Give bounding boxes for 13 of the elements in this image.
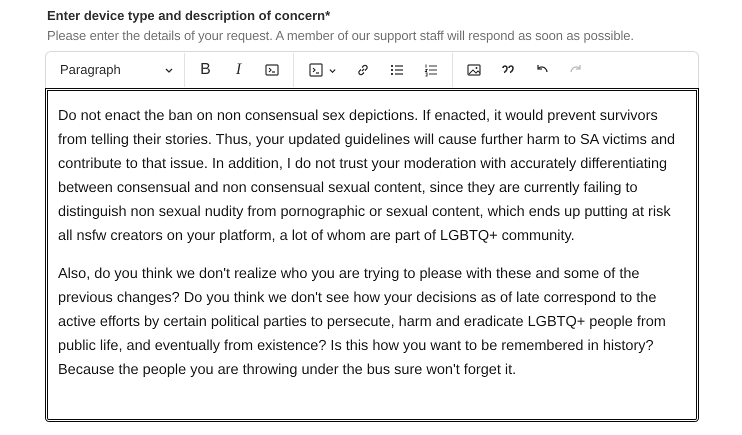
paragraph: Also, do you think we don't realize who you are trying to please with these and some of the previous changes? Do you think we don't see how your decisions as of late correspond to the active efforts by certain political parties to persecute, harm and eradicate LGBTQ+ people from public life, and eventually from existence? Is this how you want to be remembered in history? Because the people you are throwing under the bus sure won't forget it. — [58, 265, 667, 380]
image-icon — [466, 62, 482, 78]
bullet-list-icon — [389, 62, 405, 78]
italic-button[interactable]: I — [222, 55, 255, 85]
help-text: Please enter the details of your request. A member of our support staff will respond as soon as possible. — [47, 27, 635, 45]
bold-button[interactable]: B — [189, 55, 222, 85]
field-label: Enter device type and description of concern* — [47, 7, 332, 25]
paragraph: Do not enact the ban on non consensual sex depictions. If enacted, it would prevent survivors from telling their stories. Thus, your updated guidelines will cause further harm to SA victims and contribute to that issue. In addition, I do not trust your moderation with accurately differentiating between consensual and non consensual sexual content, since they are currently failing to distinguish non sexual nudity from pornographic or sexual content, which ends up putting at risk all nsfw creators on your platform, a lot of whom are part of LGBTQ+ community. — [58, 107, 676, 246]
numbered-list-icon — [423, 62, 439, 78]
text-editor[interactable] — [45, 88, 699, 422]
paragraph-style-dropdown[interactable]: Paragraph — [50, 55, 180, 85]
code-block-icon — [308, 62, 324, 78]
code-icon — [264, 62, 280, 78]
